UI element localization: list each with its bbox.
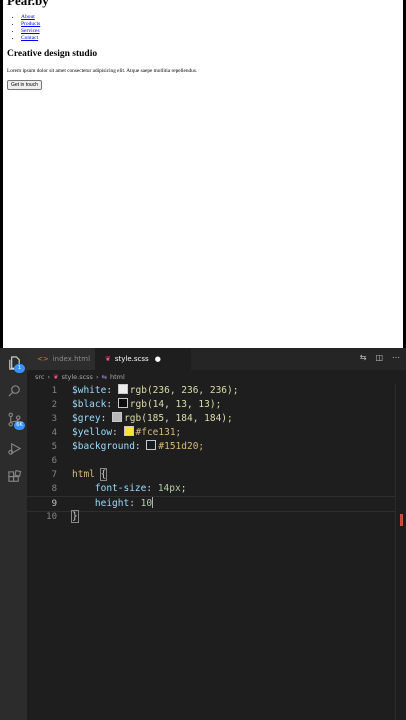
- source-control-badge: 6K: [14, 421, 25, 430]
- code-line: 1 $white: rgb(236, 236, 236);: [27, 384, 396, 398]
- color-swatch[interactable]: [112, 412, 123, 422]
- color-swatch[interactable]: [117, 384, 128, 394]
- text-cursor: [152, 497, 154, 508]
- explorer-badge: 1: [14, 364, 25, 373]
- property-name: font-size: [94, 483, 147, 494]
- site-logo[interactable]: Pear.by: [7, 0, 49, 9]
- error-marker: [400, 514, 403, 526]
- nav-link-products[interactable]: Products: [21, 21, 40, 27]
- variable-name: $background: [72, 441, 135, 452]
- line-number: 1: [51, 386, 57, 396]
- more-actions-icon[interactable]: ⋯: [392, 353, 400, 362]
- line-number: 6: [51, 456, 57, 466]
- extensions-icon[interactable]: [6, 469, 22, 485]
- site-nav: About Products Services Contact: [9, 14, 40, 42]
- source-control-icon[interactable]: 6K: [6, 411, 25, 430]
- hero-title: Creative design studio: [7, 49, 98, 59]
- chevron-right-icon: ›: [47, 373, 51, 381]
- search-icon[interactable]: [6, 382, 22, 398]
- activity-bar: 1 6K: [0, 348, 27, 720]
- nav-link-services[interactable]: Services: [21, 28, 40, 34]
- variable-name: $yellow: [72, 427, 113, 438]
- variable-value: rgb(14, 13, 13);: [129, 399, 222, 410]
- scss-icon: ❦: [105, 355, 111, 363]
- line-number: 7: [51, 470, 57, 480]
- line-number: 3: [51, 414, 57, 424]
- breadcrumb-file[interactable]: style.scss: [62, 373, 93, 381]
- code-editor-window: 1 6K <> index.html ❦ style.scss ● ⇆ ◫ ⋯: [0, 348, 406, 720]
- breadcrumb-symbol[interactable]: html: [110, 373, 125, 381]
- breadcrumb: src › ❦ style.scss › ⇆ html: [35, 370, 125, 384]
- line-number: 9: [51, 499, 57, 509]
- property-value: 14px: [157, 483, 181, 494]
- hero-text: Lorem ipsum dolor sit amet consectetur a…: [7, 68, 198, 74]
- code-line: 6: [27, 454, 396, 468]
- property-value: 10: [140, 498, 153, 509]
- line-number: 2: [51, 400, 57, 410]
- nav-item-about: About: [21, 14, 40, 21]
- selector: html: [72, 469, 95, 480]
- close-brace: }: [71, 510, 79, 523]
- variable-value: #fce131;: [135, 427, 182, 438]
- scss-icon: ❦: [53, 373, 59, 381]
- nav-item-services: Services: [21, 28, 40, 35]
- browser-preview: Pear.by About Products Services Contact …: [3, 0, 403, 348]
- code-line: 10 }: [27, 510, 396, 524]
- editor-actions: ⇆ ◫ ⋯: [360, 353, 400, 362]
- variable-value: rgb(236, 236, 236);: [129, 385, 239, 396]
- variable-name: $white: [72, 385, 107, 396]
- code-line: 2 $black: rgb(14, 13, 13);: [27, 398, 396, 412]
- split-editor-icon[interactable]: ◫: [375, 353, 383, 362]
- tab-label: style.scss: [114, 355, 149, 363]
- explorer-icon[interactable]: 1: [6, 354, 25, 373]
- property-name: height: [94, 498, 130, 509]
- compare-icon[interactable]: ⇆: [360, 353, 367, 362]
- color-swatch[interactable]: [146, 440, 157, 450]
- color-swatch[interactable]: [117, 398, 128, 408]
- semicolon: ;: [180, 483, 187, 494]
- line-number: 10: [46, 512, 57, 522]
- variable-name: $black: [72, 399, 107, 410]
- tab-style-scss[interactable]: ❦ style.scss ●: [95, 348, 191, 370]
- chevron-right-icon: ›: [95, 373, 99, 381]
- open-brace: {: [99, 468, 108, 481]
- nav-item-products: Products: [21, 21, 40, 28]
- variable-name: $grey: [72, 413, 101, 424]
- code-area[interactable]: 1 $white: rgb(236, 236, 236); 2 $black: …: [27, 384, 396, 720]
- get-in-touch-button[interactable]: Get in touch: [7, 80, 42, 90]
- line-number: 4: [51, 428, 57, 438]
- nav-link-about[interactable]: About: [21, 14, 35, 20]
- line-number: 5: [51, 442, 57, 452]
- symbol-icon: ⇆: [101, 373, 108, 381]
- tab-label: index.html: [52, 355, 91, 363]
- nav-item-contact: Contact: [21, 35, 40, 42]
- run-debug-icon[interactable]: [6, 440, 22, 456]
- tab-index-html[interactable]: <> index.html: [27, 348, 105, 370]
- color-swatch[interactable]: [123, 426, 134, 436]
- variable-value: #151d20;: [158, 441, 205, 452]
- code-line: 8 font-size: 14px;: [27, 482, 396, 496]
- html-icon: <>: [37, 355, 49, 363]
- variable-value: rgb(185, 184, 184);: [124, 413, 233, 424]
- editor-scrollbar[interactable]: [395, 384, 406, 720]
- nav-link-contact[interactable]: Contact: [21, 35, 38, 41]
- line-number: 8: [51, 484, 57, 494]
- unsaved-dot-icon[interactable]: ●: [155, 355, 161, 363]
- code-line: 5 $background: #151d20;: [27, 440, 396, 454]
- code-line: 4 $yellow: #fce131;: [27, 426, 396, 440]
- code-line: 3 $grey: rgb(185, 184, 184);: [27, 412, 396, 426]
- editor-tabs: <> index.html ❦ style.scss ● ⇆ ◫ ⋯: [27, 348, 406, 370]
- breadcrumb-src[interactable]: src: [35, 373, 45, 381]
- code-line: 7 html {: [27, 468, 396, 482]
